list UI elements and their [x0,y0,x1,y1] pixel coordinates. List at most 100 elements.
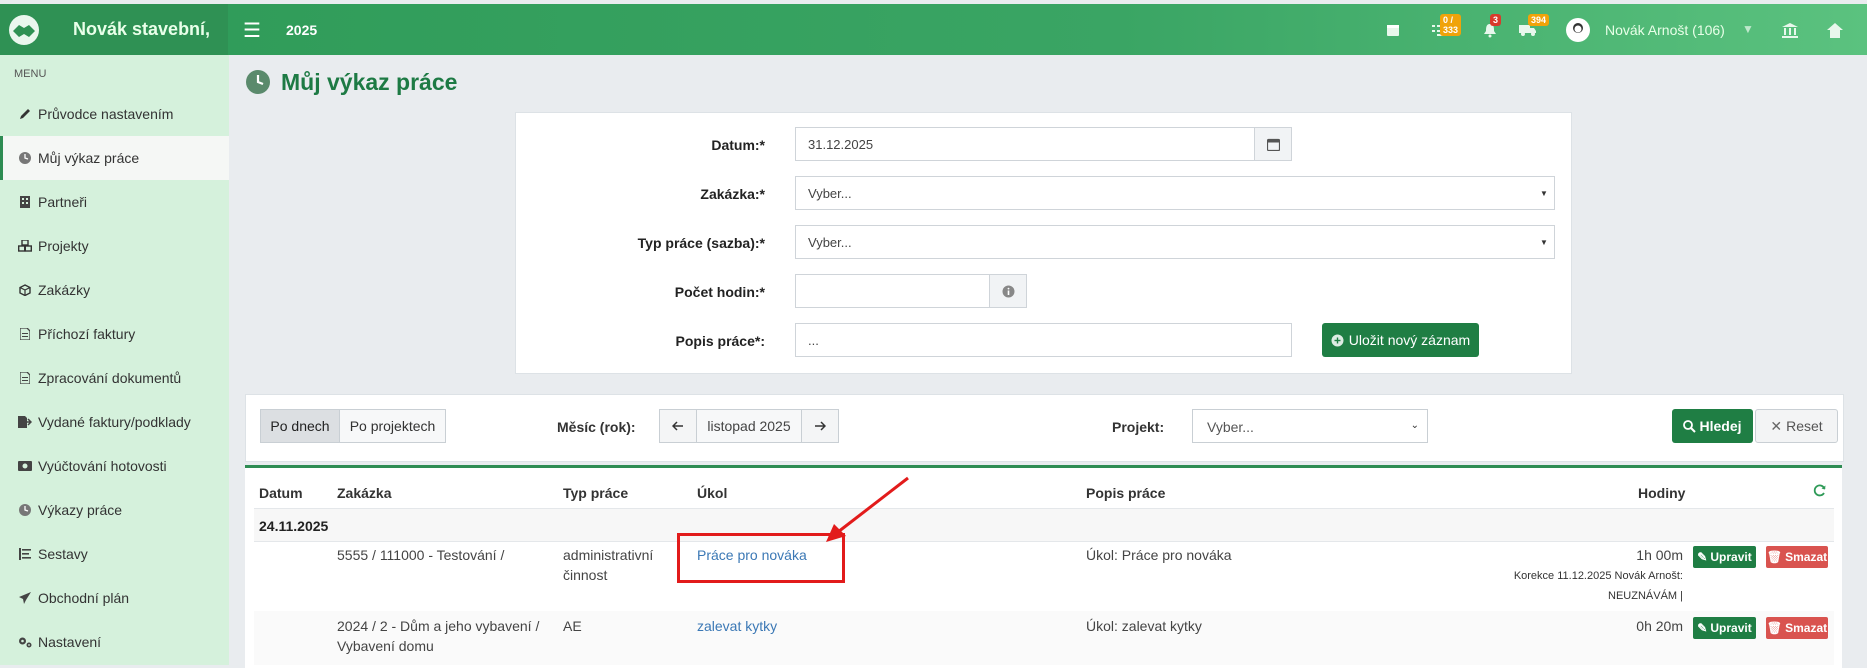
gears-icon [18,635,32,649]
bell-icon[interactable]: 3 [1478,14,1502,42]
shipments-badge: 394 [1528,14,1550,26]
year-selector[interactable]: 2025 [286,22,317,38]
sidebar-item-vyuctovani-hotovosti[interactable]: Vyúčtování hotovosti [0,444,229,488]
worktype-select[interactable]: Vyber... [795,225,1555,259]
trash-icon: 🗑 [1766,550,1783,564]
pencil-icon: ✎ [1697,550,1708,564]
hours-input[interactable] [795,274,990,308]
home-icon[interactable] [1823,18,1847,42]
sidebar-item-label: Nastavení [38,634,102,650]
prev-month-button[interactable] [659,409,697,443]
sidebar-item-projekty[interactable]: Projekty [0,224,229,268]
row2-delete-button[interactable]: 🗑 Smazat [1766,617,1828,639]
row2-task-link[interactable]: zalevat kytky [697,616,777,636]
month-label: Měsíc (rok): [557,419,636,435]
search-icon [1683,419,1697,433]
sidebar-item-label: Partneři [38,194,88,210]
save-record-label: Uložit nový záznam [1348,332,1471,348]
menu-toggle-icon[interactable]: ☰ [243,18,261,43]
sidebar-item-vydane-faktury[interactable]: Vydané faktury/podklady [0,400,229,444]
hours-label: Počet hodin:* [674,284,765,300]
reset-label: Reset [1786,418,1823,434]
row2-worktype: AE [563,618,582,634]
hours-info-button[interactable] [989,274,1027,308]
row1-hours: 1h 00m [1636,547,1683,563]
cubes-icon [18,239,32,253]
row1-delete-button[interactable]: 🗑 Smazat [1766,546,1828,568]
sidebar-item-vykazy-prace[interactable]: Výkazy práce [0,488,229,532]
row1-correction-note: Korekce 11.12.2025 Novák Arnošt: [1513,570,1683,582]
save-record-button[interactable]: Uložit nový záznam [1322,323,1479,357]
user-name[interactable]: Novák Arnošt (106) [1605,22,1725,38]
sidebar-item-label: Průvodce nastavením [38,106,174,122]
truck-icon[interactable]: 394 [1516,14,1550,42]
avatar[interactable] [1566,18,1590,42]
search-label: Hledej [1699,418,1742,434]
search-button[interactable]: Hledej [1672,409,1753,443]
order-label: Zakázka:* [700,186,765,202]
arrow-right-icon [815,421,826,431]
edit-label: Upravit [1710,621,1752,635]
group-date: 24.11.2025 [259,518,329,534]
menu-title: MENU [14,68,47,80]
col-header-order: Zakázka [337,485,392,501]
sidebar-item-sestavy[interactable]: Sestavy [0,532,229,576]
export-icon [18,415,32,429]
date-input[interactable]: 31.12.2025 [795,127,1256,161]
project-select[interactable]: Vyber... ⌄ [1192,409,1428,443]
clock-icon [246,70,270,94]
page-title: Můj výkaz práce [281,69,458,95]
delete-label: Smazat [1785,621,1828,635]
desc-label: Popis práce*: [675,333,765,349]
row2-hours: 0h 20m [1636,618,1683,634]
sidebar-item-zakazky[interactable]: Zakázky [0,268,229,312]
edit-label: Upravit [1710,550,1752,564]
pencil-icon [18,107,32,121]
col-header-hours: Hodiny [1638,485,1686,501]
worktype-label: Typ práce (sazba):* [637,235,765,251]
by-projects-toggle[interactable]: Po projektech [339,409,446,443]
filter-bar [245,394,1844,462]
row1-worktype-line2: činnost [563,567,608,583]
row1-order: 5555 / 111000 - Testování / [337,547,505,563]
sidebar-item-label: Sestavy [38,546,88,562]
close-icon: ✕ [1770,417,1783,434]
sidebar-item-obchodni-plan[interactable]: Obchodní plán [0,576,229,620]
desc-textarea[interactable]: ... [795,323,1292,357]
document-icon [18,371,32,385]
row2-edit-button[interactable]: ✎ Upravit [1693,617,1756,639]
row2-order-line2: Vybavení domu [337,638,434,654]
sidebar-item-prichozi-faktury[interactable]: Příchozí faktury [0,312,229,356]
tasks-icon[interactable]: 0 / 333 [1428,14,1462,42]
date-group-row [254,509,1834,541]
select-caret-icon: ▼ [1540,189,1548,198]
sidebar-item-label: Výkazy práce [38,502,123,518]
sidebar-item-partneri[interactable]: Partneři [0,180,229,224]
sidebar-item-zpracovani-dokumentu[interactable]: Zpracování dokumentů [0,356,229,400]
paper-plane-icon [18,591,32,605]
row1-edit-button[interactable]: ✎ Upravit [1693,546,1756,568]
order-select[interactable]: Vyber... [795,176,1555,210]
arrow-left-icon [672,421,683,431]
project-label: Projekt: [1112,419,1165,435]
reset-button[interactable]: ✕ Reset [1755,409,1838,443]
sidebar-item-muj-vykaz[interactable]: Můj výkaz práce [0,136,229,180]
row2-order-line1: 2024 / 2 - Dům a jeho vybavení / [337,618,540,634]
chevron-down-icon: ⌄ [1410,420,1419,431]
sidebar: MENU Průvodce nastavením Můj výkaz práce… [0,55,229,665]
chevron-down-icon[interactable]: ▼ [1742,22,1754,36]
top-navbar: Novák stavební, ☰ 2025 0 / 333 3 394 Nov… [0,4,1867,55]
refresh-icon[interactable] [1812,483,1827,501]
sidebar-item-label: Vydané faktury/podklady [38,414,191,430]
calendar-icon[interactable] [1381,18,1405,42]
brand-area[interactable]: Novák stavební, [0,4,228,55]
delete-label: Smazat [1785,550,1828,564]
next-month-button[interactable] [801,409,839,443]
sidebar-item-pruvodce[interactable]: Průvodce nastavením [0,92,229,136]
calendar-button[interactable] [1254,127,1292,161]
by-days-toggle[interactable]: Po dnech [260,409,340,443]
info-icon [1002,285,1014,297]
sidebar-item-nastaveni[interactable]: Nastavení [0,620,229,664]
pencil-icon: ✎ [1697,621,1708,635]
bank-icon[interactable] [1778,18,1802,42]
